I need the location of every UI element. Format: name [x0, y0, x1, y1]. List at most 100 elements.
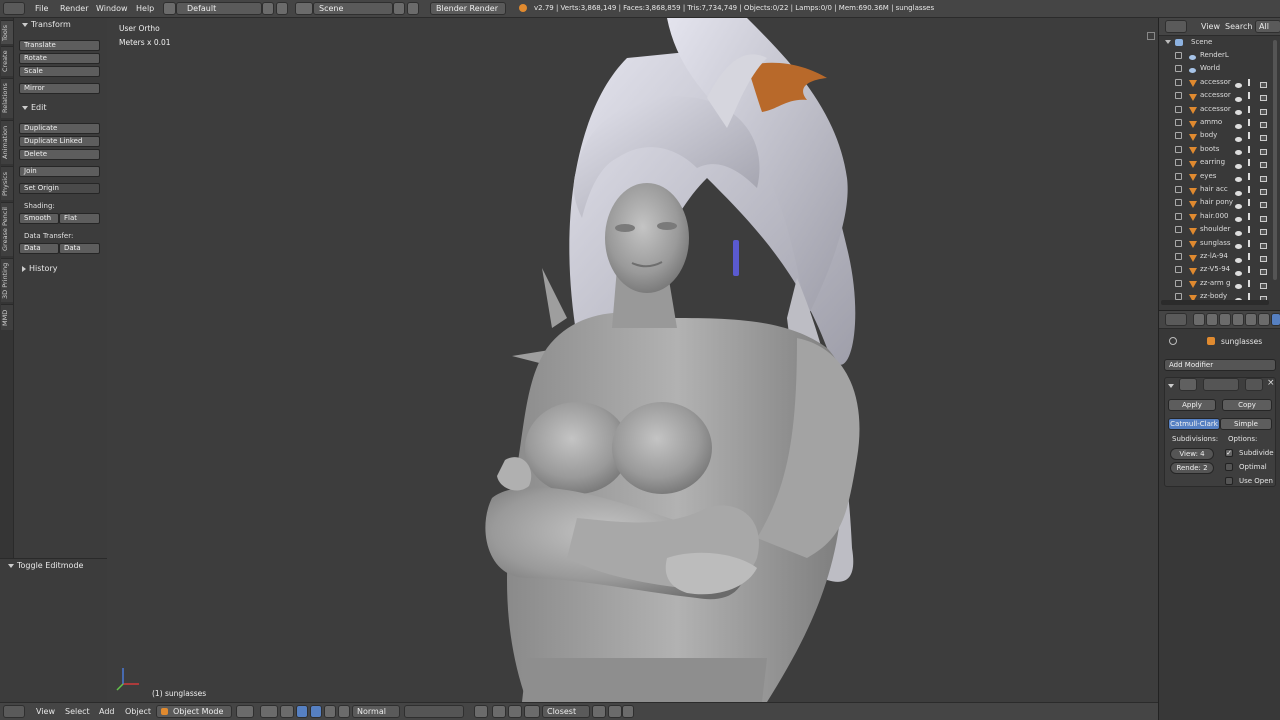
render-engine-select[interactable]: Blender Render: [430, 2, 506, 15]
expand-icon[interactable]: [1175, 172, 1182, 180]
set-origin-select[interactable]: Set Origin: [19, 183, 100, 194]
expand-icon[interactable]: [1175, 212, 1182, 220]
select-arrow-icon[interactable]: [1248, 266, 1254, 274]
select-arrow-icon[interactable]: [1248, 186, 1254, 193]
expand-icon[interactable]: [1175, 145, 1182, 153]
outliner-vscrollbar[interactable]: [1273, 40, 1277, 280]
outliner-item-row[interactable]: shoulder: [1159, 223, 1280, 236]
outliner-item-row[interactable]: earring: [1159, 156, 1280, 169]
render-levels-field[interactable]: Rende: 2: [1170, 462, 1214, 474]
outliner-item-row[interactable]: body: [1159, 129, 1280, 142]
select-arrow-icon[interactable]: [1248, 226, 1254, 234]
outliner-item-row[interactable]: World: [1159, 62, 1280, 75]
expand-icon[interactable]: [1175, 253, 1182, 260]
outliner-item-row[interactable]: RenderL: [1159, 49, 1280, 62]
remove-scene-icon[interactable]: [407, 2, 419, 15]
menu-file[interactable]: File: [35, 4, 48, 13]
subdivide-uvs-checkbox[interactable]: ✓: [1225, 449, 1233, 457]
expand-icon[interactable]: [1175, 78, 1182, 86]
add-modifier-select[interactable]: Add Modifier: [1164, 359, 1276, 371]
menu-help[interactable]: Help: [136, 4, 154, 13]
edit-panel-header[interactable]: Edit: [22, 103, 47, 112]
scene-field[interactable]: Scene: [313, 2, 393, 15]
layers-grid[interactable]: [404, 705, 464, 718]
view-levels-field[interactable]: View: 4: [1170, 448, 1214, 460]
tab-relations[interactable]: Relations: [1, 78, 13, 118]
scene-icon[interactable]: [295, 2, 313, 15]
pin-icon[interactable]: [1169, 337, 1177, 345]
select-arrow-icon[interactable]: [1248, 78, 1254, 86]
translate-manipulator-icon[interactable]: [296, 705, 308, 718]
expand-icon[interactable]: [1175, 132, 1182, 140]
select-arrow-icon[interactable]: [1248, 279, 1254, 287]
expand-icon[interactable]: [1175, 65, 1182, 73]
select-arrow-icon[interactable]: [1248, 159, 1254, 167]
expand-icon[interactable]: [1175, 199, 1182, 207]
expand-icon[interactable]: [1175, 226, 1182, 234]
outliner-item-row[interactable]: hair acc: [1159, 183, 1280, 196]
snap-toggle-icon[interactable]: [508, 705, 522, 718]
render-tab-icon[interactable]: [1193, 313, 1205, 326]
toggle-editmode-header[interactable]: Toggle Editmode: [8, 561, 83, 570]
use-opensubdiv-checkbox[interactable]: [1225, 477, 1233, 485]
constraints-tab-icon[interactable]: [1258, 313, 1270, 326]
modifier-move-icon[interactable]: [1245, 378, 1263, 391]
outliner-item-row[interactable]: hair.000: [1159, 210, 1280, 223]
scene-tab-icon[interactable]: [1219, 313, 1231, 326]
expand-icon[interactable]: [1175, 239, 1182, 247]
editor-type-icon[interactable]: [3, 2, 25, 15]
expand-icon[interactable]: [1175, 266, 1182, 274]
scale-manipulator-icon[interactable]: [324, 705, 336, 718]
render-layers-tab-icon[interactable]: [1206, 313, 1218, 326]
select-arrow-icon[interactable]: [1248, 172, 1254, 180]
expand-icon[interactable]: [1175, 52, 1182, 59]
modifier-close-icon[interactable]: ×: [1267, 378, 1275, 388]
opengl-anim-icon[interactable]: [622, 705, 634, 718]
tab-create[interactable]: Create: [1, 46, 13, 76]
tab-physics[interactable]: Physics: [1, 166, 13, 200]
editor-type-icon[interactable]: [1165, 20, 1187, 33]
duplicate-button[interactable]: Duplicate: [19, 123, 100, 134]
select-arrow-icon[interactable]: [1248, 119, 1254, 126]
rotate-button[interactable]: Rotate: [19, 53, 100, 64]
tab-animation[interactable]: Animation: [1, 120, 13, 164]
select-arrow-icon[interactable]: [1248, 253, 1254, 260]
viewport-shading-icon[interactable]: [236, 705, 254, 718]
expand-icon[interactable]: [1175, 105, 1182, 113]
rotate-manipulator-icon[interactable]: [310, 705, 322, 718]
3d-viewport[interactable]: User Ortho Meters x 0.01 (1) sunglasses: [107, 18, 1158, 702]
outliner-item-row[interactable]: sunglass: [1159, 237, 1280, 250]
outliner-hscrollbar[interactable]: [1161, 300, 1269, 305]
outliner-filter-select[interactable]: All Sc: [1255, 20, 1280, 33]
tab-grease-pencil[interactable]: Grease Pencil: [1, 202, 13, 256]
editor-type-icon[interactable]: [1165, 313, 1187, 326]
modifiers-tab-icon[interactable]: [1271, 313, 1280, 326]
menu-view[interactable]: View: [36, 707, 55, 716]
duplicate-linked-button[interactable]: Duplicate Linked: [19, 136, 100, 147]
select-arrow-icon[interactable]: [1248, 92, 1254, 100]
menu-object[interactable]: Object: [125, 707, 151, 716]
snap-target-select[interactable]: Closest: [542, 705, 590, 718]
object-tab-icon[interactable]: [1245, 313, 1257, 326]
menu-render[interactable]: Render: [60, 4, 88, 13]
outliner-item-row[interactable]: ammo: [1159, 116, 1280, 129]
tab-tools[interactable]: Tools: [1, 20, 13, 44]
lock-camera-icon[interactable]: [474, 705, 488, 718]
editor-type-icon[interactable]: [3, 705, 25, 718]
area-split-icon[interactable]: [1147, 32, 1155, 40]
data-transfer-button[interactable]: Data: [19, 243, 59, 254]
expand-icon[interactable]: [1175, 186, 1182, 193]
apply-button[interactable]: Apply: [1168, 399, 1216, 411]
opengl-render-icon[interactable]: [608, 705, 622, 718]
copy-button[interactable]: Copy: [1222, 399, 1272, 411]
optimal-display-checkbox[interactable]: [1225, 463, 1233, 471]
render-icon[interactable]: [592, 705, 606, 718]
outliner-search-menu[interactable]: Search: [1225, 22, 1252, 31]
smooth-button[interactable]: Smooth: [19, 213, 59, 224]
modifier-visibility-icons[interactable]: [1203, 378, 1239, 391]
outliner-item-row[interactable]: boots: [1159, 143, 1280, 156]
select-arrow-icon[interactable]: [1248, 105, 1254, 113]
outliner-scene-row[interactable]: Scene: [1159, 36, 1280, 49]
expand-icon[interactable]: [1175, 279, 1182, 287]
flat-button[interactable]: Flat: [59, 213, 100, 224]
